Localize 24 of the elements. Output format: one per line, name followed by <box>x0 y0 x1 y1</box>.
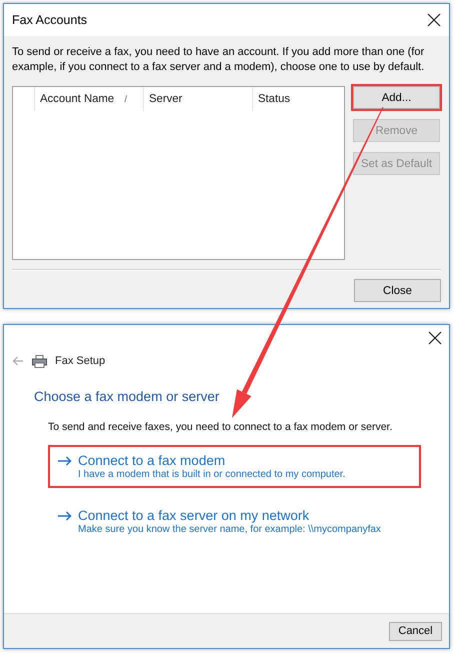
option-link[interactable]: Connect to a fax modem I have a modem that is built in or connected to my computer. <box>48 445 421 488</box>
accounts-list[interactable]: Account Name / Server Status <box>12 86 345 260</box>
window-title: Fax Accounts <box>12 13 88 27</box>
option-subtitle: I have a modem that is built in or connected to my computer. <box>78 469 346 480</box>
column-header[interactable]: Account Name <box>35 93 114 105</box>
close-button[interactable]: Close <box>354 279 441 302</box>
description-text: To send and receive faxes, you need to connect to a fax modem or server. <box>48 421 394 433</box>
page-heading: Choose a fax modem or server <box>34 389 220 404</box>
arrow-icon <box>58 456 72 466</box>
highlighted-button[interactable]: Add... <box>353 86 440 109</box>
arrow-icon <box>58 510 72 520</box>
option-link[interactable]: Connect to a fax server on my network Make sure you know the server name, for example: \\mycompanyfax <box>48 500 421 543</box>
printer-icon <box>32 354 47 368</box>
column-header[interactable]: Status <box>252 87 344 111</box>
close-icon[interactable] <box>428 331 442 345</box>
cancel-button[interactable]: Cancel <box>389 622 442 640</box>
window-title: Fax Setup <box>55 355 106 367</box>
sort-mark: / <box>124 94 127 104</box>
intro-text: To send or receive a fax, you need to have an account. If you add more than one (for example, if you connect to a fax server and a modem), choose one to use by default. <box>12 45 426 75</box>
option-title: Connect to a fax server on my network <box>78 508 310 523</box>
option-title: Connect to a fax modem <box>78 453 226 468</box>
column-header[interactable]: Server <box>143 87 252 111</box>
close-icon[interactable] <box>427 13 441 27</box>
option-subtitle: Make sure you know the server name, for example: \\mycompanyfax <box>78 524 382 535</box>
